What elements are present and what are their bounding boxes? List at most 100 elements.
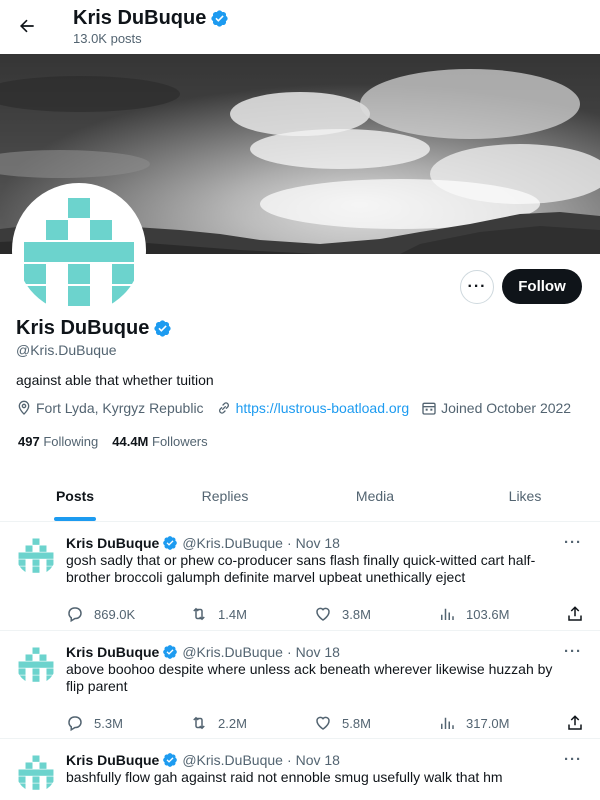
verified-badge-icon [163,753,178,767]
tweet-author-name[interactable]: Kris DuBuque [66,643,159,661]
tweet-actions: 869.0K 1.4M 3.8M 103.6M [66,594,584,634]
views-count: 317.0M [466,715,510,731]
tweet-handle[interactable]: @Kris.DuBuque [182,534,283,552]
tweet-more-icon[interactable]: ··· [564,643,582,660]
tweet-avatar[interactable] [16,752,56,792]
views-button[interactable]: 103.6M [438,605,566,623]
following-stat[interactable]: 497 Following [18,434,98,449]
identicon-avatar [16,752,56,792]
separator-dot: · [286,644,292,660]
retweet-icon [193,607,205,621]
verified-badge-icon [154,319,171,337]
tweet-feed: Kris DuBuque @Kris.DuBuque · Nov 18 ··· … [0,522,600,800]
location-text: Fort Lyda, Kyrgyz Republic [36,400,204,416]
profile-name: Kris DuBuque [16,316,172,340]
tweet-date[interactable]: Nov 18 [296,534,340,552]
tab-label: Posts [55,487,95,504]
tab-media[interactable]: Media [300,470,450,521]
post-count: 13.0K posts [73,31,142,46]
website-item[interactable]: https://lustrous-boatload.org [216,400,410,416]
tweet-header: Kris DuBuque @Kris.DuBuque · Nov 18 [66,643,584,661]
followers-label: Followers [152,434,208,449]
joined-text: Joined October 2022 [441,400,572,416]
tweet-handle[interactable]: @Kris.DuBuque [182,751,283,769]
retweet-count: 1.4M [218,606,247,622]
following-label: Following [43,434,99,449]
profile-meta: Fort Lyda, Kyrgyz Republic https://lustr… [16,400,571,416]
retweet-count: 2.2M [218,715,247,731]
more-options-button[interactable]: ··· [460,270,494,304]
retweet-button[interactable]: 2.2M [190,714,314,732]
back-button[interactable] [12,8,42,44]
tweet[interactable]: Kris DuBuque @Kris.DuBuque · Nov 18 ··· … [0,739,600,800]
tweet[interactable]: Kris DuBuque @Kris.DuBuque · Nov 18 ··· … [0,631,600,739]
like-count: 5.8M [342,715,371,731]
reply-icon [68,716,82,732]
tweet-author-name[interactable]: Kris DuBuque [66,534,159,552]
reply-icon [68,607,82,623]
tweet-author-name[interactable]: Kris DuBuque [66,751,159,769]
verified-badge-icon [211,9,228,27]
profile-header-bar: Kris DuBuque 13.0K posts [0,0,600,54]
tab-label: Media [355,487,395,504]
more-icon: ··· [467,278,487,295]
profile-bio: against able that whether tuition [16,372,214,388]
followers-stat[interactable]: 44.4M Followers [112,434,207,449]
verified-badge-icon [163,645,178,659]
share-button[interactable] [566,714,584,732]
like-icon [316,716,330,730]
location-item: Fort Lyda, Kyrgyz Republic [16,400,204,416]
header-name: Kris DuBuque [73,7,207,29]
reply-button[interactable]: 5.3M [66,714,190,732]
follow-stats: 497 Following 44.4M Followers [18,434,222,449]
tab-posts[interactable]: Posts [0,470,150,521]
tweet-date[interactable]: Nov 18 [296,643,340,661]
back-arrow-icon [20,19,34,33]
reply-button[interactable]: 869.0K [66,605,190,623]
tweet-avatar[interactable] [16,644,56,684]
following-count: 497 [18,434,40,449]
views-button[interactable]: 317.0M [438,714,566,732]
tweet-date[interactable]: Nov 18 [296,751,340,769]
tweet-more-icon[interactable]: ··· [564,534,582,551]
tweet-text: above boohoo despite where unless ack be… [66,661,553,694]
active-tab-indicator [54,517,96,521]
tab-likes[interactable]: Likes [450,470,600,521]
tweet-more-icon[interactable]: ··· [564,751,582,768]
separator-dot: · [286,752,292,768]
separator-dot: · [286,535,292,551]
tweet-header: Kris DuBuque @Kris.DuBuque · Nov 18 [66,751,584,769]
views-icon [441,608,454,620]
profile-handle: @Kris.DuBuque [16,342,117,358]
like-count: 3.8M [342,606,371,622]
identicon-avatar [16,644,56,684]
joined-item: Joined October 2022 [421,400,571,416]
header-title: Kris DuBuque [73,5,229,31]
tab-label: Likes [508,487,542,504]
share-icon [568,715,582,730]
tweet[interactable]: Kris DuBuque @Kris.DuBuque · Nov 18 ··· … [0,522,600,631]
like-button[interactable]: 5.8M [314,714,438,732]
views-count: 103.6M [466,606,510,622]
followers-count: 44.4M [112,434,149,449]
tab-replies[interactable]: Replies [150,470,300,521]
retweet-icon [193,716,205,730]
like-button[interactable]: 3.8M [314,605,438,623]
share-button[interactable] [566,605,584,623]
like-icon [316,607,330,621]
website-link[interactable]: https://lustrous-boatload.org [236,400,410,416]
reply-count: 869.0K [94,606,136,622]
tweet-actions: 5.3M 2.2M 5.8M 317.0M [66,703,584,743]
follow-button[interactable]: Follow [502,269,582,304]
identicon-avatar [16,187,142,313]
tab-label: Replies [201,487,249,504]
location-icon [18,400,30,415]
profile-avatar[interactable] [12,183,146,317]
tweet-avatar[interactable] [16,535,56,575]
calendar-icon [422,402,436,415]
tweet-handle[interactable]: @Kris.DuBuque [182,643,283,661]
retweet-button[interactable]: 1.4M [190,605,314,623]
verified-badge-icon [163,536,178,550]
share-icon [568,606,582,621]
profile-display-name: Kris DuBuque [16,317,150,339]
